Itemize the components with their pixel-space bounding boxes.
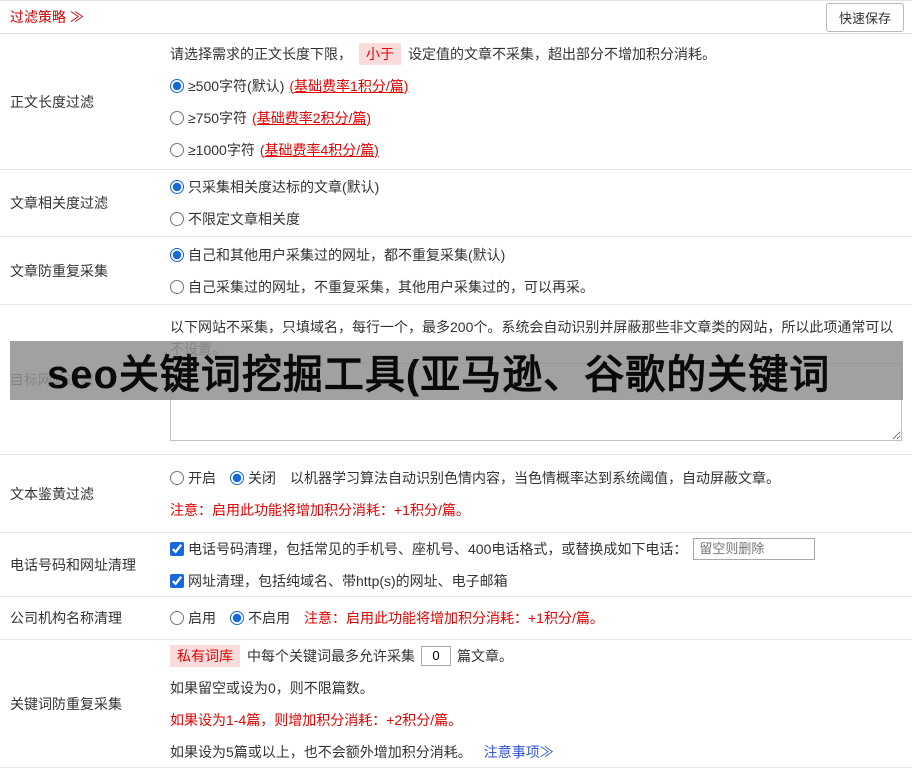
body-length-intro: 请选择需求的正文长度下限， 小于 设定值的文章不采集，超出部分不增加积分消耗。 (170, 38, 902, 70)
checkbox-phone-cleanup[interactable] (170, 541, 184, 556)
checkbox-label: 电话号码清理，包括常见的手机号、座机号、400电话格式，或替换成如下电话： (188, 540, 688, 557)
intro-highlight: 小于 (359, 42, 401, 65)
page-title[interactable]: 过滤策略 ≫ (10, 7, 84, 27)
radio-label: 自己采集过的网址，不重复采集，其他用户采集过的，可以再采。 (188, 278, 594, 295)
keyword-note-five-text: 如果设为5篇或以上，也不会额外增加积分消耗。 (170, 743, 472, 760)
radio-relevance-strict[interactable] (170, 180, 184, 194)
radio-label: ≥1000字符 (188, 141, 255, 158)
fee-note: (基础费率4积分/篇) (259, 141, 379, 158)
replacement-phone-input[interactable] (693, 537, 816, 560)
row-relevance-filter: 文章相关度过滤 只采集相关度达标的文章(默认) 不限定文章相关度 (0, 170, 912, 237)
radio-label: 不限定文章相关度 (188, 211, 300, 227)
keyword-note-fee: 如果设为1-4篇，则增加积分消耗：+2积分/篇。 (170, 711, 463, 728)
porn-filter-note: 注意：启用此功能将增加积分消耗：+1积分/篇。 (170, 501, 470, 518)
keyword-limit-text: 中每个关键词最多允许采集 (247, 647, 415, 664)
length-option-750: ≥750字符 (基础费率2积分/篇) (170, 102, 902, 134)
company-cleanup-note: 注意：启用此功能将增加积分消耗：+1积分/篇。 (304, 610, 604, 626)
radio-dedupe-self[interactable] (170, 279, 184, 294)
radio-dedupe-global[interactable] (170, 247, 184, 262)
keyword-note-zero: 如果留空或设为0，则不限篇数。 (170, 679, 374, 696)
row-label: 文章防重复采集 (10, 262, 108, 279)
quick-save-button[interactable]: 快速保存 (825, 2, 904, 32)
keyword-note-five: 如果设为5篇或以上，也不会额外增加积分消耗。 注意事项≫ (170, 736, 902, 768)
radio-750-chars[interactable] (170, 110, 184, 125)
company-cleanup-options: 启用 不启用 注意：启用此功能将增加积分消耗：+1积分/篇。 (170, 602, 902, 634)
porn-filter-desc: 以机器学习算法自动识别色情内容，当色情概率达到系统阈值，自动屏蔽文章。 (290, 469, 780, 486)
radio-label: 不启用 (248, 610, 290, 626)
row-porn-filter: 文本鉴黄过滤 开启 关闭 以机器学习算法自动识别色情内容，当色情概率达到系统阈值… (0, 455, 912, 533)
keyword-limit-input[interactable] (421, 645, 451, 666)
radio-label: 启用 (188, 610, 216, 626)
row-label: 电话号码和网址清理 (10, 556, 136, 573)
row-label: 文本鉴黄过滤 (10, 485, 94, 502)
row-label: 文章相关度过滤 (10, 195, 108, 211)
row-company-name-cleanup: 公司机构名称清理 启用 不启用 注意：启用此功能将增加积分消耗：+1积分/篇。 (0, 597, 912, 640)
radio-porn-off[interactable] (230, 470, 244, 485)
fee-note: (基础费率1积分/篇) (289, 77, 409, 94)
header-bar: 过滤策略 ≫ 快速保存 (0, 0, 912, 34)
radio-1000-chars[interactable] (170, 142, 184, 157)
radio-relevance-any[interactable] (170, 212, 184, 226)
private-lexicon-badge: 私有词库 (170, 644, 240, 667)
radio-label: ≥750字符 (188, 109, 248, 126)
dedupe-option-global: 自己和其他用户采集过的网址，都不重复采集(默认) (170, 239, 902, 271)
row-label: 关键词防重复采集 (10, 695, 122, 712)
relevance-option-strict: 只采集相关度达标的文章(默认) (170, 171, 902, 203)
porn-filter-options: 开启 关闭 以机器学习算法自动识别色情内容，当色情概率达到系统阈值，自动屏蔽文章… (170, 462, 902, 494)
dedupe-option-self: 自己采集过的网址，不重复采集，其他用户采集过的，可以再采。 (170, 271, 902, 303)
row-body-length-filter: 正文长度过滤 请选择需求的正文长度下限， 小于 设定值的文章不采集，超出部分不增… (0, 34, 912, 170)
radio-label: 开启 (188, 469, 216, 486)
radio-company-on[interactable] (170, 611, 184, 625)
url-cleanup-line: 网址清理，包括纯域名、带http(s)的网址、电子邮箱 (170, 565, 902, 597)
watermark-overlay: seo关键词挖掘工具(亚马逊、谷歌的关键词 (10, 341, 903, 400)
row-label: 公司机构名称清理 (10, 610, 122, 626)
radio-label: 自己和其他用户采集过的网址，都不重复采集(默认) (188, 246, 506, 263)
radio-company-off[interactable] (230, 611, 244, 625)
row-dedupe-collection: 文章防重复采集 自己和其他用户采集过的网址，都不重复采集(默认) 自己采集过的网… (0, 237, 912, 305)
radio-porn-on[interactable] (170, 470, 184, 485)
fee-note: (基础费率2积分/篇) (252, 109, 372, 126)
length-option-1000: ≥1000字符 (基础费率4积分/篇) (170, 134, 902, 166)
row-label: 正文长度过滤 (10, 93, 94, 110)
notice-link[interactable]: 注意事项≫ (484, 742, 554, 762)
row-phone-url-cleanup: 电话号码和网址清理 电话号码清理，包括常见的手机号、座机号、400电话格式，或替… (0, 533, 912, 597)
checkbox-label: 网址清理，包括纯域名、带http(s)的网址、电子邮箱 (188, 572, 508, 589)
radio-label: 关闭 (248, 469, 276, 486)
length-option-500: ≥500字符(默认) (基础费率1积分/篇) (170, 70, 902, 102)
radio-label: 只采集相关度达标的文章(默认) (188, 179, 380, 195)
watermark-text: seo关键词挖掘工具(亚马逊、谷歌的关键词 (47, 352, 831, 397)
intro-text-post: 设定值的文章不采集，超出部分不增加积分消耗。 (408, 45, 716, 62)
relevance-option-any: 不限定文章相关度 (170, 203, 902, 235)
intro-text-pre: 请选择需求的正文长度下限， (170, 45, 352, 62)
keyword-limit-line: 私有词库 中每个关键词最多允许采集 篇文章。 (170, 640, 902, 672)
radio-label: ≥500字符(默认) (188, 77, 285, 94)
phone-cleanup-line: 电话号码清理，包括常见的手机号、座机号、400电话格式，或替换成如下电话： (170, 533, 902, 565)
row-keyword-dedupe: 关键词防重复采集 私有词库 中每个关键词最多允许采集 篇文章。 如果留空或设为0… (0, 640, 912, 768)
radio-500-chars[interactable] (170, 78, 184, 93)
checkbox-url-cleanup[interactable] (170, 573, 184, 588)
keyword-limit-suffix: 篇文章。 (457, 647, 513, 664)
